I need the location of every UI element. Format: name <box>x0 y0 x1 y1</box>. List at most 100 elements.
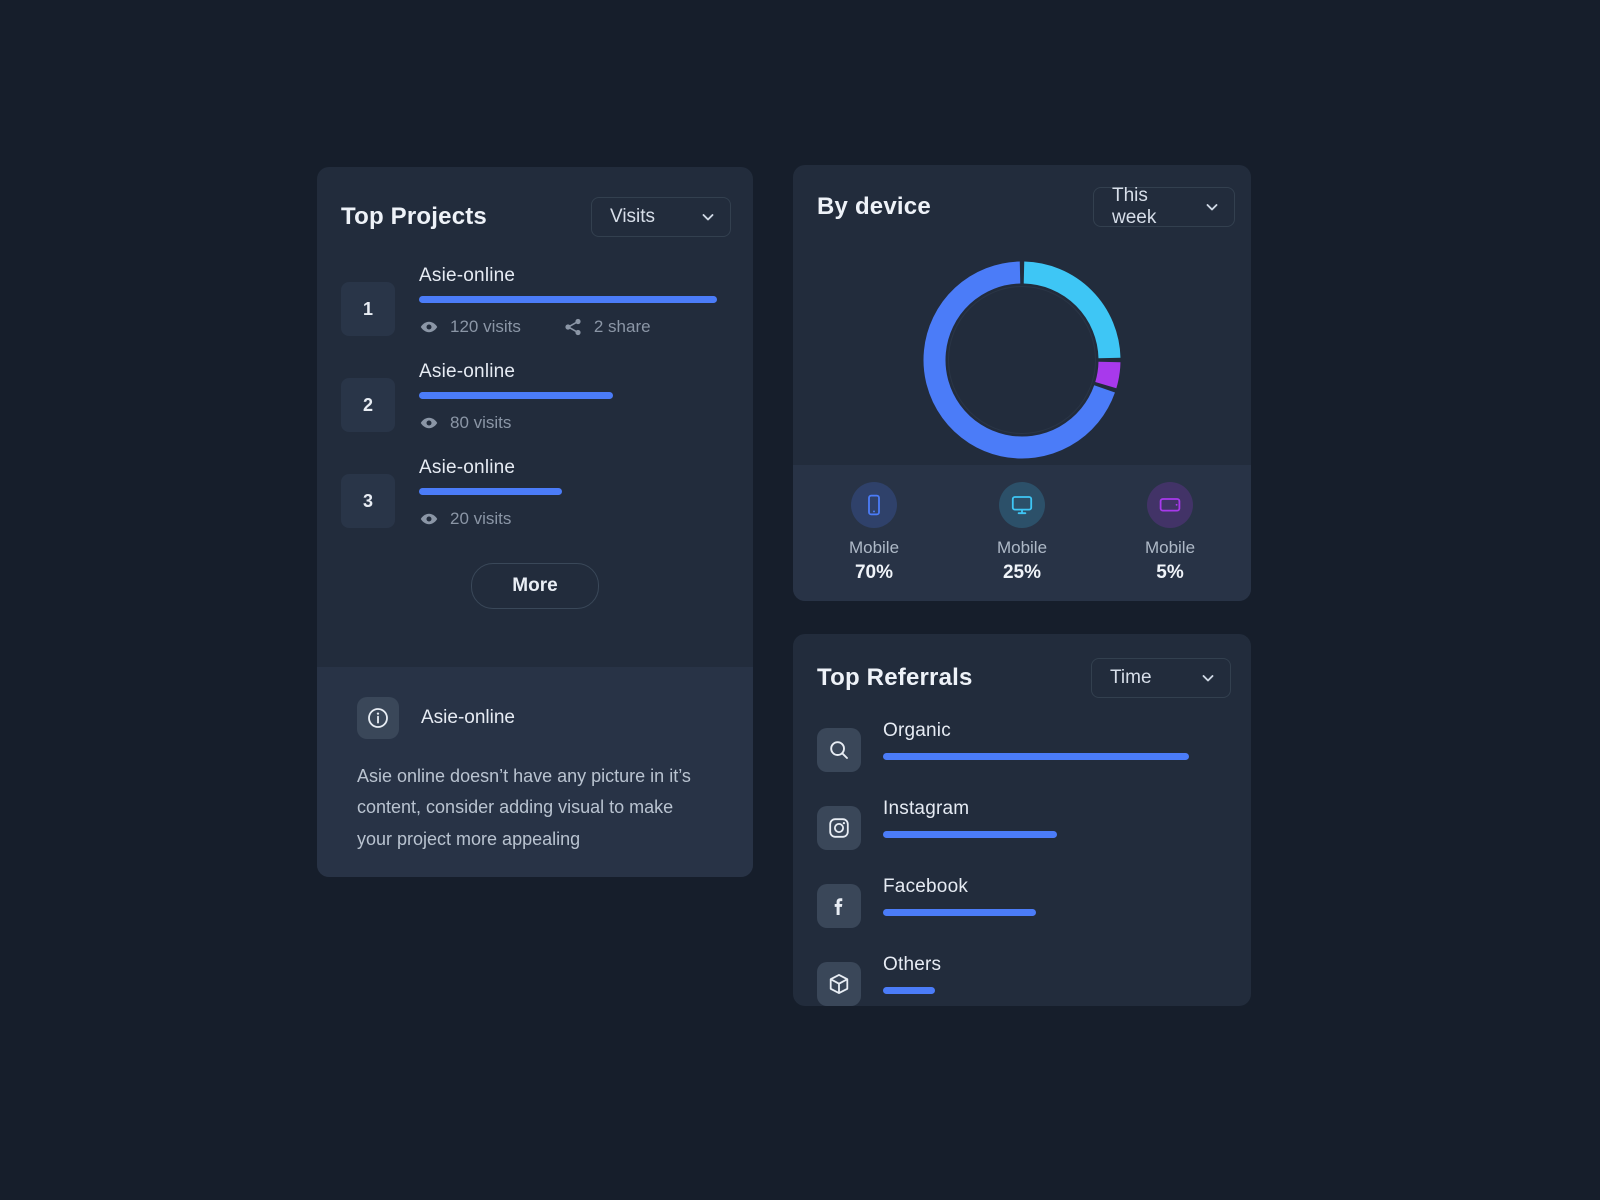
mobile-phone-icon-wrap <box>851 482 897 528</box>
referral-body: Others <box>883 954 1227 994</box>
device-legend-item[interactable]: Mobile 70% <box>831 482 917 584</box>
by-device-card: By device This week Mobile 70% Mobile 25… <box>793 165 1251 601</box>
info-icon <box>357 697 399 739</box>
top-referrals-title: Top Referrals <box>817 664 973 691</box>
more-button-wrap: More <box>317 563 753 609</box>
referral-name: Instagram <box>883 798 970 819</box>
progress-fill <box>883 909 1036 916</box>
project-name: Asie-online <box>419 361 516 382</box>
progress-track <box>883 753 1189 760</box>
tip-header: Asie-online <box>357 697 713 739</box>
search-icon <box>817 728 861 772</box>
project-meta: 80 visits <box>419 413 729 433</box>
tip-title: Asie-online <box>421 707 515 728</box>
progress-track <box>883 831 1189 838</box>
device-value: 70% <box>854 562 894 583</box>
device-label: Mobile <box>848 538 900 557</box>
referral-name: Others <box>883 954 942 975</box>
mobile-phone-icon <box>868 494 880 516</box>
progress-fill <box>883 831 1058 838</box>
referral-body: Facebook <box>883 876 1227 916</box>
device-legend-item[interactable]: Mobile 5% <box>1127 482 1213 584</box>
by-device-title: By device <box>817 193 931 220</box>
visits-stat: 20 visits <box>419 509 511 529</box>
list-item[interactable]: 3 Asie-online 20 visits <box>317 457 753 529</box>
desktop-monitor-icon <box>1011 496 1033 515</box>
by-device-filter-select[interactable]: This week <box>1093 185 1235 228</box>
top-projects-filter-select[interactable]: Visits <box>591 197 731 237</box>
facebook-icon <box>817 884 861 928</box>
progress-track <box>883 909 1189 916</box>
referral-name: Facebook <box>883 876 969 897</box>
donut <box>919 257 1125 463</box>
progress-track <box>419 488 717 495</box>
top-projects-list: 1 Asie-online 120 visits 2 share 2 Asie-… <box>317 265 753 529</box>
top-referrals-list: Organic Instagram Facebook Others <box>793 720 1251 1006</box>
project-body: Asie-online 20 visits <box>419 457 729 529</box>
chevron-down-icon <box>1200 670 1216 686</box>
list-item[interactable]: Instagram <box>793 798 1251 850</box>
share-icon <box>563 317 583 337</box>
progress-fill <box>883 753 1189 760</box>
list-item[interactable]: Others <box>793 954 1251 1006</box>
rank-badge: 3 <box>341 474 395 528</box>
chevron-down-icon <box>1204 199 1220 215</box>
shares-stat: 2 share <box>563 317 651 337</box>
eye-icon <box>419 317 439 337</box>
progress-track <box>419 392 717 399</box>
desktop-monitor-icon-wrap <box>999 482 1045 528</box>
tablet-icon-wrap <box>1147 482 1193 528</box>
donut-slice <box>1095 361 1121 389</box>
project-body: Asie-online 80 visits <box>419 361 729 433</box>
visits-label: 20 visits <box>450 509 512 528</box>
dashboard-root: Top Projects Visits 1 Asie-online 120 vi… <box>0 0 1600 1200</box>
device-value: 5% <box>1156 562 1184 583</box>
top-referrals-filter-value: Time <box>1110 667 1152 688</box>
top-projects-header: Top Projects Visits <box>341 197 731 237</box>
progress-track <box>883 987 1189 994</box>
referral-name: Organic <box>883 720 951 741</box>
progress-fill <box>419 296 717 303</box>
device-label: Mobile <box>1144 538 1196 557</box>
more-button[interactable]: More <box>471 563 599 609</box>
by-device-header: By device This week <box>817 185 1235 228</box>
project-meta: 20 visits <box>419 509 729 529</box>
referral-body: Organic <box>883 720 1227 760</box>
referral-body: Instagram <box>883 798 1227 838</box>
top-projects-filter-value: Visits <box>610 206 656 227</box>
project-tip-panel: Asie-online Asie online doesn’t have any… <box>317 667 753 877</box>
tablet-icon <box>1159 498 1181 512</box>
progress-track <box>419 296 717 303</box>
top-referrals-filter-select[interactable]: Time <box>1091 658 1231 698</box>
progress-fill <box>419 392 613 399</box>
visits-stat: 120 visits <box>419 317 521 337</box>
chevron-down-icon <box>700 209 716 225</box>
progress-fill <box>419 488 563 495</box>
tip-text: Asie online doesn’t have any picture in … <box>357 766 691 849</box>
project-name: Asie-online <box>419 457 516 478</box>
list-item[interactable]: 2 Asie-online 80 visits <box>317 361 753 433</box>
rank-badge: 1 <box>341 282 395 336</box>
device-label: Mobile <box>996 538 1048 557</box>
visits-stat: 80 visits <box>419 413 511 433</box>
device-legend-item[interactable]: Mobile 25% <box>979 482 1065 584</box>
list-item[interactable]: 1 Asie-online 120 visits 2 share <box>317 265 753 337</box>
device-donut-chart <box>793 235 1251 485</box>
top-referrals-card: Top Referrals Time Organic Instagram Fac… <box>793 634 1251 1006</box>
project-body: Asie-online 120 visits 2 share <box>419 265 729 337</box>
instagram-icon <box>817 806 861 850</box>
by-device-filter-value: This week <box>1112 185 1157 228</box>
eye-icon <box>419 413 439 433</box>
device-legend: Mobile 70% Mobile 25% Mobile 5% <box>793 465 1251 601</box>
visits-label: 80 visits <box>450 413 512 432</box>
shares-label: 2 share <box>593 317 651 336</box>
rank-badge: 2 <box>341 378 395 432</box>
project-meta: 120 visits 2 share <box>419 317 729 337</box>
list-item[interactable]: Facebook <box>793 876 1251 928</box>
list-item[interactable]: Organic <box>793 720 1251 772</box>
progress-fill <box>883 987 936 994</box>
project-name: Asie-online <box>419 265 516 286</box>
device-value: 25% <box>1002 562 1042 583</box>
eye-icon <box>419 509 439 529</box>
donut-inner-ring <box>948 286 1096 434</box>
